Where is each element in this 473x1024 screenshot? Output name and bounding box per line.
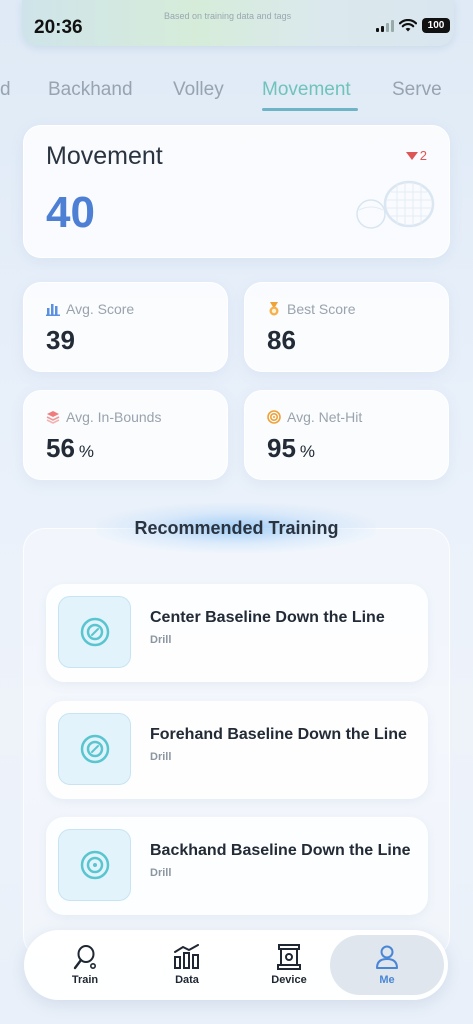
drill-thumbnail [58,829,131,901]
recommended-title: Recommended Training [134,518,339,538]
score-change-badge: 2 [405,148,427,163]
current-score: 40 [46,188,95,237]
target-icon [267,410,281,424]
target-icon [80,850,109,880]
stat-value: 86 [267,325,296,355]
stat-value: 95 [267,433,296,463]
score-change-value: 2 [419,148,427,163]
tab-serve[interactable]: Serve [392,79,442,101]
stat-label: Avg. Score [66,301,135,317]
tab-backhand[interactable]: Backhand [48,79,133,101]
target-icon [80,734,109,764]
drill-thumbnail [58,713,131,785]
nav-label: Data [175,974,199,986]
drill-title: Backhand Baseline Down the Line [150,842,411,859]
stat-value: 39 [46,325,75,355]
bar-chart-icon [46,304,60,316]
status-time: 20:36 [34,17,83,38]
medal-icon [269,302,279,316]
triangle-down-icon [405,151,418,160]
movement-score-card: Movement 40 2 [23,125,450,258]
status-bar: 20:36 Based on training data and tags 10… [22,0,454,46]
stat-unit: % [78,442,95,461]
best-score-card: Best Score 86 [244,282,449,372]
tab-forehand-partial[interactable]: d [0,79,11,101]
bottom-navigation: Train Data Device Me [24,930,448,1000]
cellular-signal-icon [376,19,394,32]
drill-thumbnail [58,596,131,668]
tab-volley[interactable]: Volley [173,79,224,101]
stat-unit: % [299,442,316,461]
avg-net-hit-card: Avg. Net-Hit 95% [244,390,449,480]
battery-icon: 100 [422,18,450,33]
bar-chart-icon [174,944,199,969]
nav-train[interactable]: Train [32,930,138,1000]
drill-item[interactable]: Center Baseline Down the Line Drill [46,584,428,682]
status-hint: Based on training data and tags [164,11,292,21]
nav-label: Device [271,974,307,986]
avg-in-bounds-card: Avg. In-Bounds 56% [23,390,228,480]
category-tabs: d Backhand Volley Movement Serve [0,76,473,116]
stat-label: Best Score [287,301,356,317]
racket-icon [73,945,96,970]
layers-icon [46,411,60,424]
user-icon [376,945,398,969]
drill-title: Forehand Baseline Down the Line [150,726,407,743]
nav-device[interactable]: Device [236,930,342,1000]
drill-type: Drill [150,751,172,763]
active-tab-indicator [262,108,358,111]
stat-value: 56 [46,433,75,463]
stat-label: Avg. Net-Hit [287,409,363,425]
nav-me[interactable]: Me [330,935,444,995]
status-icons: 100 [376,18,450,33]
drill-type: Drill [150,634,172,646]
drill-item[interactable]: Backhand Baseline Down the Line Drill [46,817,428,915]
card-title: Movement [46,142,163,170]
stat-label: Avg. In-Bounds [66,409,162,425]
wifi-icon [399,19,417,32]
nav-data[interactable]: Data [134,930,240,1000]
drill-type: Drill [150,867,172,879]
device-icon [277,944,301,970]
target-icon [80,617,109,647]
avg-score-card: Avg. Score 39 [23,282,228,372]
nav-label: Me [379,974,395,986]
tennis-racket-icon [356,180,435,229]
drill-title: Center Baseline Down the Line [150,609,385,626]
nav-label: Train [71,974,99,986]
tab-movement[interactable]: Movement [262,79,351,101]
drill-item[interactable]: Forehand Baseline Down the Line Drill [46,701,428,799]
